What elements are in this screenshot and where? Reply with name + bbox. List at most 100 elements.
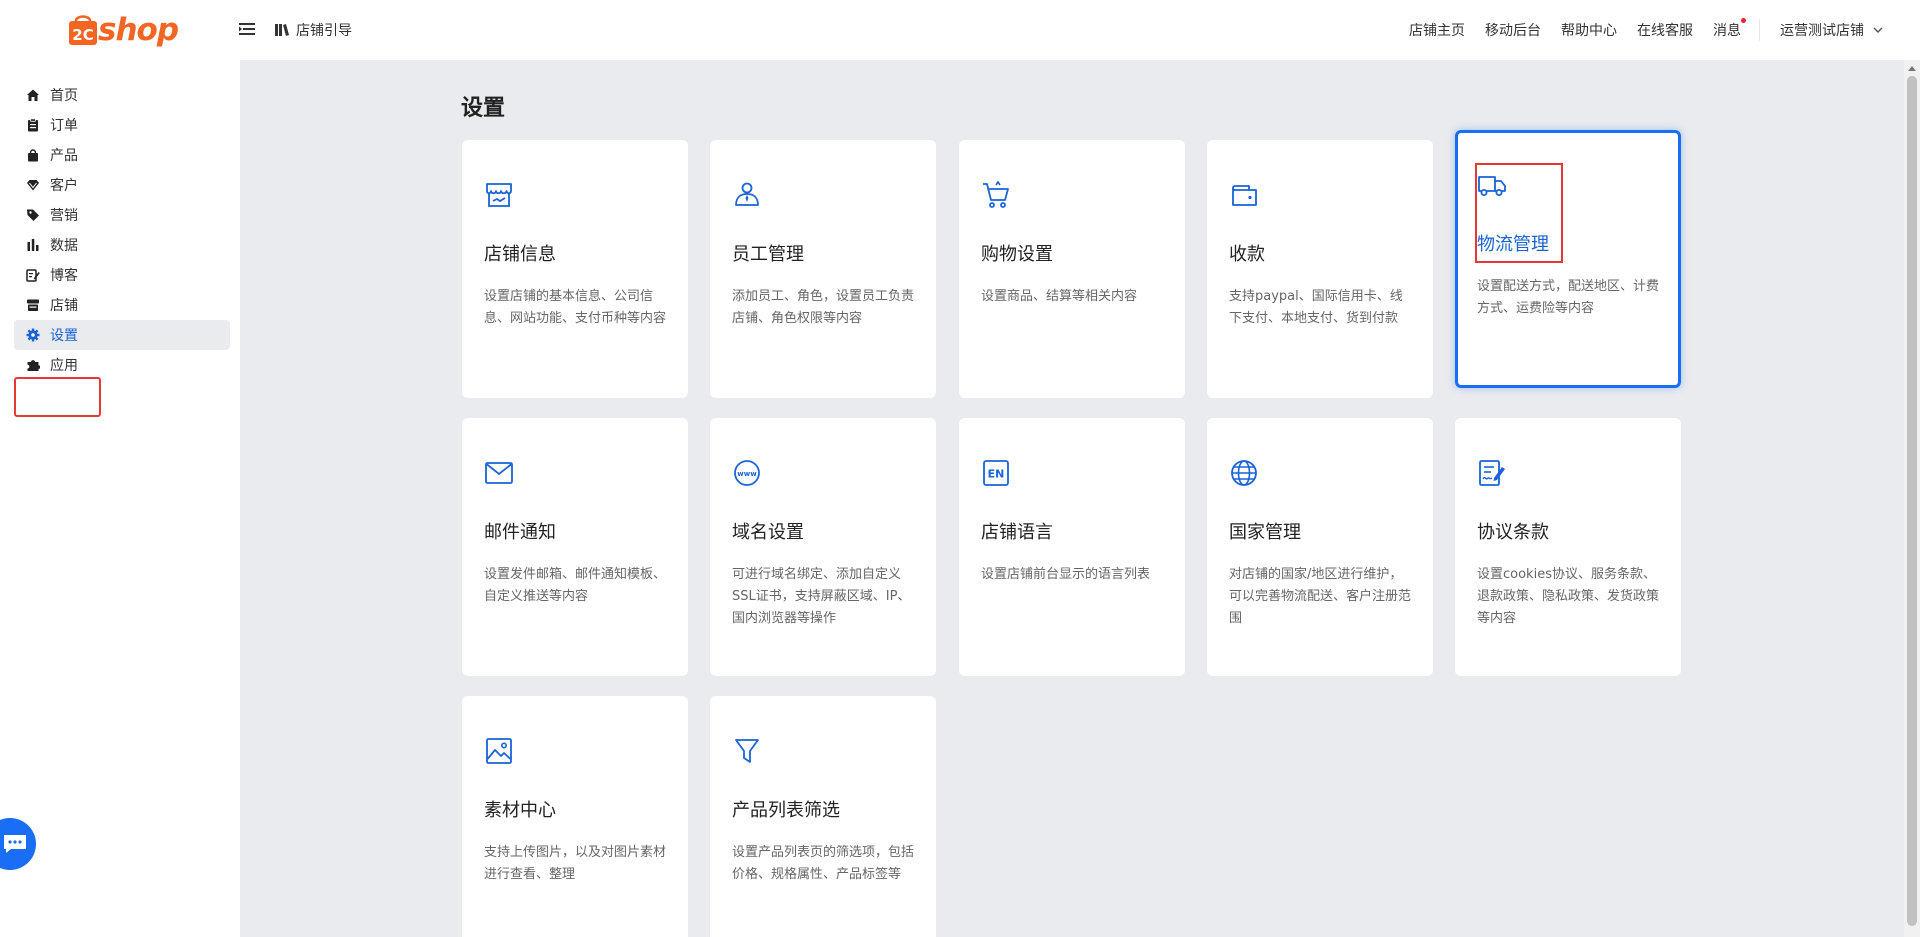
- card-product-list-filter[interactable]: 产品列表筛选 设置产品列表页的筛选项，包括价格、规格属性、产品标签等: [710, 696, 936, 937]
- sidebar-item-data[interactable]: 数据: [14, 230, 230, 260]
- store-name: 运营测试店铺: [1780, 23, 1864, 39]
- clipboard-icon: [26, 118, 40, 132]
- card-description: 设置配送方式，配送地区、计费方式、运费险等内容: [1477, 279, 1660, 316]
- menu-toggle-icon[interactable]: [238, 20, 256, 38]
- chat-icon: [4, 835, 26, 853]
- chevron-down-icon: [1873, 27, 1883, 33]
- card-description: 设置店铺前台显示的语言列表: [981, 567, 1151, 582]
- card-description: 设置cookies协议、服务条款、退款政策、隐私政策、发货政策等内容: [1477, 567, 1660, 626]
- bag-icon: [26, 148, 40, 162]
- store-guide-button[interactable]: 店铺引导: [274, 20, 352, 40]
- sidebar-item-customers[interactable]: 客户: [14, 170, 230, 200]
- sidebar-item-label: 数据: [50, 238, 78, 254]
- sidebar-item-orders[interactable]: 订单: [14, 110, 230, 140]
- tag-icon: [26, 208, 40, 222]
- sidebar-item-home[interactable]: 首页: [14, 80, 230, 110]
- card-media-center[interactable]: 素材中心 支持上传图片，以及对图片素材进行查看、整理: [462, 696, 688, 937]
- card-domain-settings[interactable]: www 域名设置 可进行域名绑定、添加自定义SSL证书，支持屏蔽区域、IP、国内…: [710, 418, 936, 676]
- sidebar-item-settings[interactable]: 设置: [14, 320, 230, 350]
- card-country-management[interactable]: 国家管理 对店铺的国家/地区进行维护，可以完善物流配送、客户注册范围: [1207, 418, 1433, 676]
- logo[interactable]: 2C shop: [68, 12, 179, 48]
- bar-chart-icon: [26, 238, 40, 252]
- wallet-icon: [1232, 185, 1257, 206]
- card-description: 设置发件邮箱、邮件通知模板、自定义推送等内容: [484, 567, 667, 604]
- nav-messages[interactable]: 消息: [1713, 18, 1746, 40]
- card-title: 购物设置: [981, 244, 1053, 265]
- card-description: 设置产品列表页的筛选项，包括价格、规格属性、产品标签等: [732, 845, 915, 882]
- diamond-icon: [26, 178, 40, 192]
- book-icon: [275, 24, 289, 36]
- card-title: 店铺语言: [981, 522, 1053, 543]
- card-email-notifications[interactable]: 邮件通知 设置发件邮箱、邮件通知模板、自定义推送等内容: [462, 418, 688, 676]
- sidebar-item-marketing[interactable]: 营销: [14, 200, 230, 230]
- card-staff-management[interactable]: 员工管理 添加员工、角色，设置员工负责店铺、角色权限等内容: [710, 140, 936, 398]
- nav-store-home[interactable]: 店铺主页: [1409, 20, 1465, 40]
- card-title: 产品列表筛选: [732, 800, 840, 821]
- logo-mark-text: 2C: [72, 26, 93, 44]
- card-store-language[interactable]: EN 店铺语言 设置店铺前台显示的语言列表: [959, 418, 1185, 676]
- scroll-up-arrow-icon[interactable]: [1908, 66, 1916, 71]
- sidebar-item-label: 客户: [50, 178, 78, 194]
- storefront-icon: [486, 183, 512, 207]
- sidebar-item-apps[interactable]: 应用: [14, 350, 230, 380]
- card-description: 支持上传图片，以及对图片素材进行查看、整理: [484, 845, 667, 882]
- card-logistics-management[interactable]: 物流管理 设置配送方式，配送地区、计费方式、运费险等内容: [1455, 130, 1681, 388]
- staff-icon: [735, 182, 759, 206]
- edit-icon: [26, 268, 40, 282]
- card-title: 域名设置: [732, 522, 804, 543]
- card-description: 设置店铺的基本信息、公司信息、网站功能、支付币种等内容: [484, 289, 667, 326]
- sidebar-item-label: 订单: [50, 118, 78, 134]
- card-title: 协议条款: [1477, 522, 1549, 543]
- sidebar-item-label: 应用: [50, 358, 78, 374]
- sidebar-item-label: 营销: [50, 208, 78, 224]
- nav-help-center[interactable]: 帮助中心: [1561, 20, 1617, 40]
- nav-messages-label: 消息: [1713, 23, 1741, 39]
- logo-mark-icon: 2C: [69, 15, 97, 45]
- document-sign-icon: [1479, 460, 1505, 486]
- store-switcher[interactable]: 运营测试店铺: [1780, 20, 1884, 40]
- image-icon: [486, 738, 512, 764]
- card-title: 素材中心: [484, 800, 556, 821]
- nav-online-service[interactable]: 在线客服: [1637, 20, 1693, 40]
- card-title: 收款: [1229, 244, 1265, 265]
- scroll-thumb[interactable]: [1907, 76, 1917, 926]
- sidebar-item-label: 产品: [50, 148, 78, 164]
- home-icon: [26, 88, 40, 102]
- nav-divider: [1759, 19, 1760, 41]
- page-scrollbar[interactable]: [1904, 60, 1920, 937]
- card-title: 国家管理: [1229, 522, 1301, 543]
- card-shopping-settings[interactable]: 购物设置 设置商品、结算等相关内容: [959, 140, 1185, 398]
- top-header: 2C shop 店铺引导 店铺主页 移动后台 帮助中心 在线客服 消息 运营测试…: [0, 0, 1920, 60]
- www-icon: www: [734, 460, 760, 486]
- main-content: 设置 店铺信息 设置店铺的基本信息、公司信息、网站功能、支付币种等内容 员工管理…: [240, 60, 1904, 937]
- sidebar-item-products[interactable]: 产品: [14, 140, 230, 170]
- cart-icon: [983, 180, 1009, 208]
- card-store-info[interactable]: 店铺信息 设置店铺的基本信息、公司信息、网站功能、支付币种等内容: [462, 140, 688, 398]
- settings-highlight-box: [14, 377, 101, 417]
- card-title: 店铺信息: [484, 244, 556, 265]
- puzzle-icon: [26, 358, 40, 372]
- sidebar-item-store[interactable]: 店铺: [14, 290, 230, 320]
- card-description: 可进行域名绑定、添加自定义SSL证书，支持屏蔽区域、IP、国内浏览器等操作: [732, 567, 911, 626]
- store-icon: [26, 298, 40, 312]
- card-payments[interactable]: 收款 支持paypal、国际信用卡、线下支付、本地支付、货到付款: [1207, 140, 1433, 398]
- filter-icon: [735, 739, 759, 763]
- nav-mobile-admin[interactable]: 移动后台: [1485, 20, 1541, 40]
- mail-icon: [485, 462, 513, 484]
- sidebar-item-blog[interactable]: 博客: [14, 260, 230, 290]
- sidebar-item-label: 设置: [50, 328, 78, 344]
- card-description: 对店铺的国家/地区进行维护，可以完善物流配送、客户注册范围: [1229, 567, 1412, 626]
- card-title: 邮件通知: [484, 522, 556, 543]
- svg-text:EN: EN: [988, 468, 1005, 481]
- language-en-icon: EN: [983, 460, 1009, 486]
- sidebar: 首页 订单 产品 客户 营销 数据 博客 店铺 设置 应用: [0, 60, 240, 937]
- sidebar-item-label: 首页: [50, 88, 78, 104]
- card-description: 添加员工、角色，设置员工负责店铺、角色权限等内容: [732, 289, 915, 326]
- logistics-highlight-box: [1475, 163, 1563, 263]
- sidebar-item-label: 博客: [50, 268, 78, 284]
- card-description: 支持paypal、国际信用卡、线下支付、本地支付、货到付款: [1229, 289, 1403, 326]
- unread-dot: [1741, 18, 1746, 23]
- card-terms-agreements[interactable]: 协议条款 设置cookies协议、服务条款、退款政策、隐私政策、发货政策等内容: [1455, 418, 1681, 676]
- sidebar-item-label: 店铺: [50, 298, 78, 314]
- card-description: 设置商品、结算等相关内容: [981, 289, 1138, 304]
